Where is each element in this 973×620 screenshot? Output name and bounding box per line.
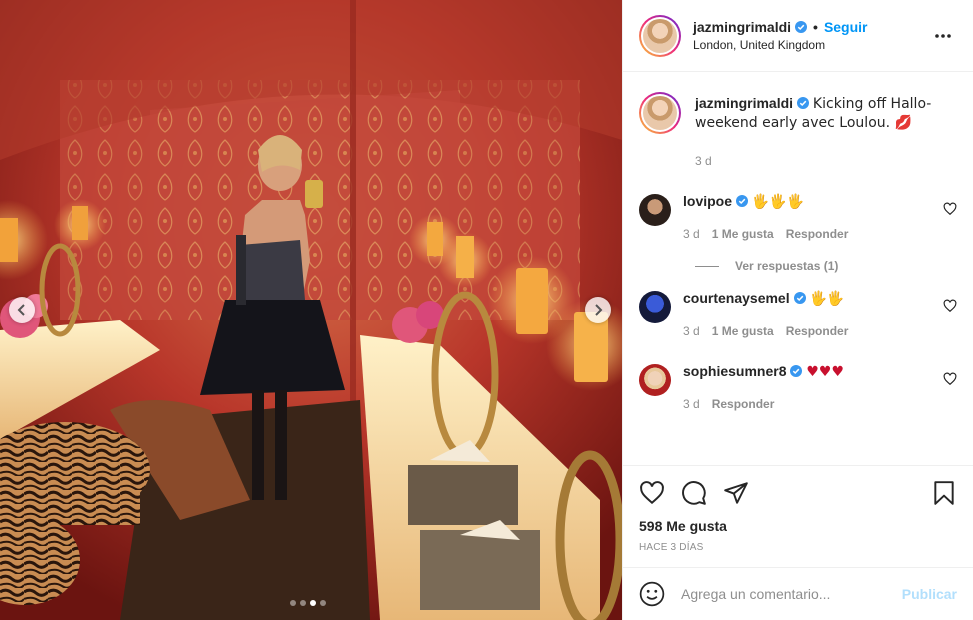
carousel-dot [300, 600, 306, 606]
post-actions: 598 Me gusta HACE 3 DÍAS [623, 465, 973, 567]
ellipsis-icon [935, 33, 951, 38]
reply-button[interactable]: Responder [786, 322, 849, 340]
carousel-dot [320, 600, 326, 606]
comment-item: lovipoe 🖐🖐🖐 3 d 1 Me gusta Responder [639, 192, 957, 243]
author-avatar[interactable] [639, 14, 681, 57]
photo-scene [0, 0, 622, 620]
comment-time[interactable]: 3 d [683, 225, 700, 243]
comment-likes[interactable]: 1 Me gusta [712, 322, 774, 340]
commenter-username[interactable]: courtenaysemel [683, 290, 790, 306]
carousel-dot [290, 600, 296, 606]
emoji-smiley-icon[interactable] [639, 581, 665, 607]
comment-text: ♥♥♥ [806, 364, 845, 380]
commenter-avatar[interactable] [639, 194, 671, 226]
save-bookmark-icon[interactable] [931, 480, 957, 506]
post-header: jazmingrimaldi • Seguir London, United K… [623, 0, 973, 72]
caption-time[interactable]: 3 d [695, 152, 712, 170]
post-timestamp[interactable]: HACE 3 DÍAS [639, 542, 957, 553]
reply-button[interactable]: Responder [786, 225, 849, 243]
reply-button[interactable]: Responder [712, 395, 775, 413]
comment-text: 🖐🖐🖐 [751, 194, 805, 210]
post-image[interactable] [0, 0, 622, 620]
carousel-indicator [290, 600, 326, 606]
commenter-avatar[interactable] [639, 364, 671, 396]
comment-time[interactable]: 3 d [683, 322, 700, 340]
caption-avatar[interactable] [639, 92, 681, 134]
carousel-next-button[interactable] [585, 297, 611, 323]
verified-badge-icon [797, 97, 810, 109]
view-replies-button[interactable]: Ver respuestas (1) [695, 259, 957, 273]
like-comment-heart-icon[interactable] [943, 202, 957, 216]
separator-dot: • [813, 19, 818, 35]
carousel-prev-button[interactable] [9, 297, 35, 323]
comments-section: jazmingrimaldi Kicking off Hallo-weekend… [623, 72, 973, 465]
commenter-username[interactable]: sophiesumner8 [683, 363, 786, 379]
comment-item: courtenaysemel 🖐🖐 3 d 1 Me gusta Respond… [639, 289, 957, 340]
replies-divider [695, 265, 719, 267]
follow-button[interactable]: Seguir [824, 19, 868, 35]
comment-time[interactable]: 3 d [683, 395, 700, 413]
share-paper-plane-icon[interactable] [723, 480, 749, 506]
caption: jazmingrimaldi Kicking off Hallo-weekend… [639, 92, 957, 170]
comment-bubble-icon[interactable] [681, 480, 707, 506]
comment-input[interactable] [681, 586, 902, 602]
like-heart-icon[interactable] [639, 480, 665, 506]
more-options-button[interactable] [931, 24, 955, 48]
view-replies-label: Ver respuestas (1) [735, 259, 839, 273]
comment-likes[interactable]: 1 Me gusta [712, 225, 774, 243]
commenter-username[interactable]: lovipoe [683, 193, 732, 209]
caption-username[interactable]: jazmingrimaldi [695, 95, 793, 111]
like-comment-heart-icon[interactable] [943, 299, 957, 313]
post-location[interactable]: London, United Kingdom [693, 38, 931, 52]
comment-item: sophiesumner8 ♥♥♥ 3 d Responder [639, 362, 957, 413]
chevron-left-icon [17, 304, 25, 316]
publish-button[interactable]: Publicar [902, 586, 957, 602]
verified-badge-icon [790, 365, 803, 377]
verified-badge-icon [795, 21, 808, 33]
likes-count[interactable]: 598 Me gusta [639, 518, 957, 534]
verified-badge-icon [736, 195, 749, 207]
carousel-dot-active [310, 600, 316, 606]
author-username[interactable]: jazmingrimaldi [693, 19, 791, 35]
post-sidebar: jazmingrimaldi • Seguir London, United K… [622, 0, 973, 620]
comment-text: 🖐🖐 [809, 291, 845, 307]
verified-badge-icon [793, 292, 806, 304]
like-comment-heart-icon[interactable] [943, 372, 957, 386]
instagram-post: jazmingrimaldi • Seguir London, United K… [0, 0, 973, 620]
chevron-right-icon [595, 304, 603, 316]
add-comment-bar: Publicar [623, 567, 973, 620]
commenter-avatar[interactable] [639, 291, 671, 323]
